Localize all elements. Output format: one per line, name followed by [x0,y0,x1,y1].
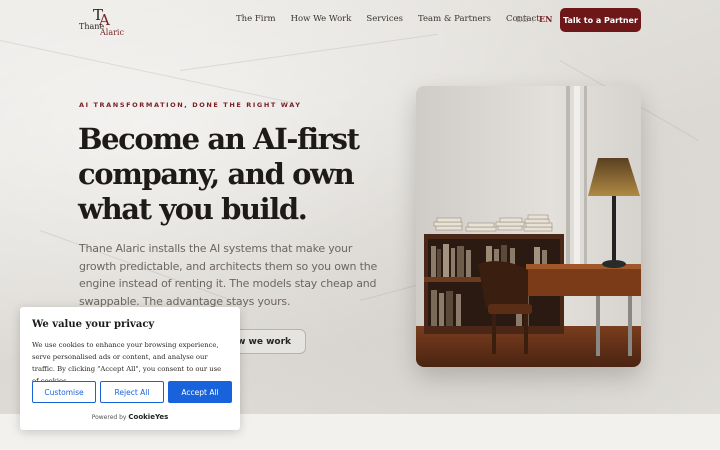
hero-title: Become an AI-first company, and own what… [78,122,360,226]
logo-name-last: Alaric [100,28,124,37]
main-nav: The Firm How We Work Services Team & Par… [236,14,555,24]
lang-en[interactable]: EN [539,14,552,24]
lang-de[interactable]: DE [516,15,528,24]
hero-photo [416,86,641,367]
lang-separator: / [532,15,535,24]
talk-to-partner-button[interactable]: Talk to a Partner [560,8,641,32]
nav-item-the-firm[interactable]: The Firm [236,14,276,24]
cookie-buttons: Customise Reject All Accept All [32,381,232,403]
nav-item-how-we-work[interactable]: How We Work [291,14,352,24]
nav-item-services[interactable]: Services [366,14,403,24]
cookie-accept-all-button[interactable]: Accept All [168,381,232,403]
cookie-title: We value your privacy [32,319,155,330]
powered-by-label: Powered by [91,414,127,421]
cookieyes-logo[interactable]: CookieYes [128,413,168,421]
cookie-consent-banner: We value your privacy We use cookies to … [20,307,240,430]
language-switcher: DE / EN [516,14,552,24]
nav-item-team-partners[interactable]: Team & Partners [418,14,491,24]
hero-lead: Thane Alaric installs the AI systems tha… [79,242,378,308]
cookie-customise-button[interactable]: Customise [32,381,96,403]
cookie-body: We use cookies to enhance your browsing … [32,341,222,385]
logo[interactable]: T A Thane Alaric [79,6,124,37]
cookie-powered-by: Powered by CookieYes [20,413,240,421]
cookie-reject-all-button[interactable]: Reject All [100,381,164,403]
hero-eyebrow: AI TRANSFORMATION, DONE THE RIGHT WAY [79,101,302,109]
